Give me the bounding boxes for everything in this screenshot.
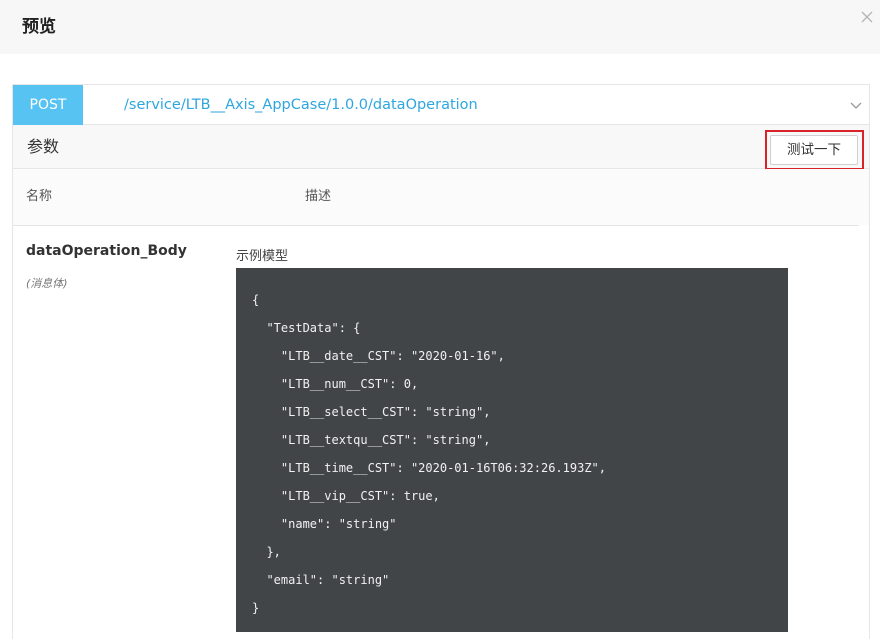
dialog-header: 预览 xyxy=(0,0,880,54)
code-line: "LTB__vip__CST": true, xyxy=(252,489,440,503)
code-line: "TestData": { xyxy=(252,321,361,335)
code-line: "LTB__num__CST": 0, xyxy=(252,377,419,391)
code-line: "LTB__textqu__CST": "string", xyxy=(252,433,491,447)
param-name: dataOperation_Body xyxy=(26,243,187,259)
code-line: } xyxy=(252,601,260,615)
chevron-down-icon[interactable] xyxy=(849,98,863,112)
params-section-title: 参数 xyxy=(27,137,60,156)
sample-code-block[interactable]: { "TestData": { "LTB__date__CST": "2020-… xyxy=(236,268,788,632)
api-panel: POST /service/LTB__Axis_AppCase/1.0.0/da… xyxy=(12,84,870,639)
code-line: "LTB__select__CST": "string", xyxy=(252,405,491,419)
close-icon[interactable] xyxy=(860,10,874,24)
code-line: }, xyxy=(252,545,281,559)
test-button[interactable]: 测试一下 xyxy=(770,135,858,165)
param-type: (消息体) xyxy=(26,277,68,290)
code-line: "LTB__date__CST": "2020-01-16", xyxy=(252,349,505,363)
code-line: "LTB__time__CST": "2020-01-16T06:32:26.1… xyxy=(252,461,607,475)
api-endpoint-row[interactable]: POST /service/LTB__Axis_AppCase/1.0.0/da… xyxy=(13,85,869,125)
column-header-name: 名称 xyxy=(26,189,53,204)
http-method-badge: POST xyxy=(13,85,83,125)
divider xyxy=(13,225,859,226)
column-header-description: 描述 xyxy=(305,189,332,204)
code-line: "email": "string" xyxy=(252,573,390,587)
dialog-title: 预览 xyxy=(22,17,56,37)
endpoint-path[interactable]: /service/LTB__Axis_AppCase/1.0.0/dataOpe… xyxy=(124,85,478,125)
code-line: { xyxy=(252,293,260,307)
code-line: "name": "string" xyxy=(252,517,397,531)
params-column-headers: 名称 描述 xyxy=(13,169,869,225)
sample-model-label[interactable]: 示例模型 xyxy=(236,245,288,264)
params-header: 参数 测试一下 xyxy=(13,125,869,170)
